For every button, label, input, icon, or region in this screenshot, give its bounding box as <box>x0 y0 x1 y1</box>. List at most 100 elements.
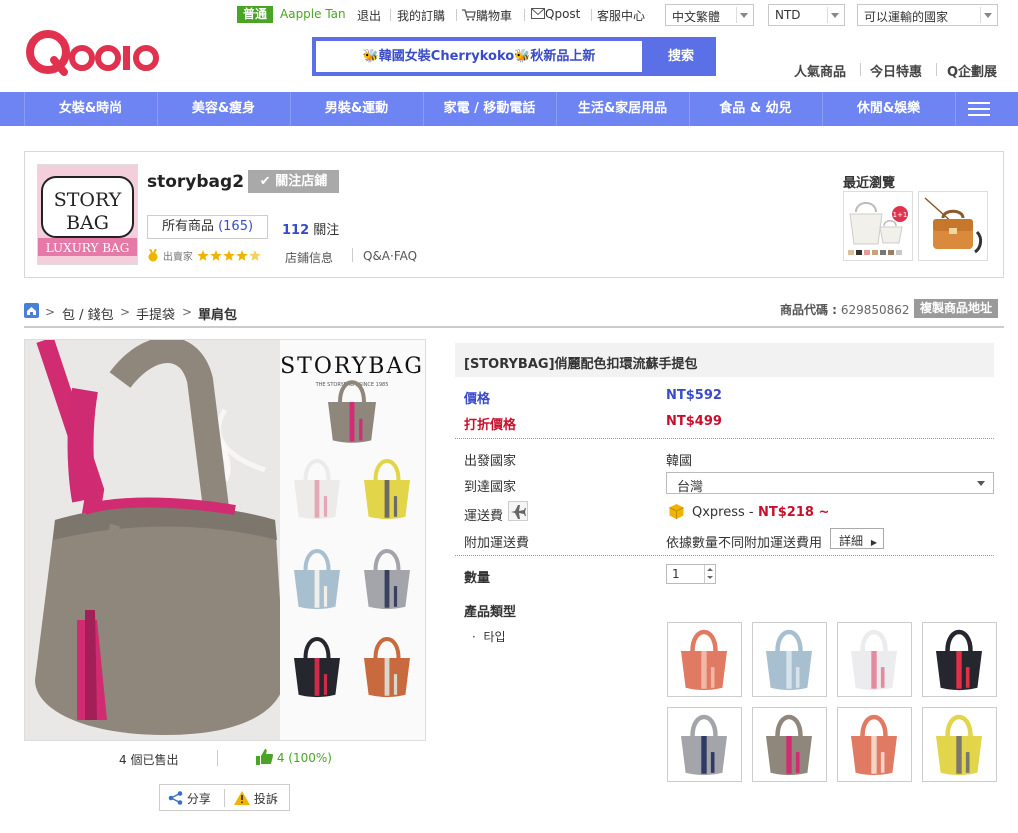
share-icon <box>168 791 183 805</box>
shipping-label: 運送費 <box>464 509 504 524</box>
home-icon[interactable] <box>24 303 39 318</box>
shop-logo[interactable]: STORY BAG LUXURY BAG <box>37 164 138 265</box>
option-image <box>766 630 812 691</box>
qpost-link[interactable]: Qpost <box>531 7 580 21</box>
customer-service-link[interactable]: 客服中心 <box>597 7 645 24</box>
extra-shipping-label: 附加運送費 <box>464 536 530 551</box>
star-icon <box>196 250 209 261</box>
shop-info-link[interactable]: 店鋪信息 <box>285 249 333 266</box>
plane-icon[interactable] <box>508 501 528 521</box>
search-input[interactable]: 🐝韓國女裝Cherrykoko🐝秋新品上新 <box>316 41 642 72</box>
qoo10-logo[interactable] <box>26 28 160 80</box>
chevron-right-icon: > <box>120 305 131 319</box>
product-option-thumb[interactable] <box>837 622 912 697</box>
follower-number: 112 <box>282 223 310 238</box>
category-leisure[interactable]: 休閒&娛樂 <box>822 92 955 126</box>
search-bar: 🐝韓國女裝Cherrykoko🐝秋新品上新 搜索 <box>312 37 716 76</box>
category-men-sports[interactable]: 男裝&運動 <box>290 92 423 126</box>
product-option-thumb[interactable] <box>837 707 912 782</box>
popular-products-link[interactable]: 人氣商品 <box>794 61 846 80</box>
product-option-thumb[interactable] <box>922 707 997 782</box>
product-code-value: 629850862 <box>840 303 910 317</box>
product-option-thumb[interactable] <box>752 707 827 782</box>
copy-url-button[interactable]: 複製商品地址 <box>914 299 998 318</box>
option-image <box>766 715 812 776</box>
discount-price-label: 打折價格 <box>464 418 517 433</box>
category-beauty[interactable]: 美容&瘦身 <box>157 92 290 126</box>
breadcrumb-current[interactable]: 單肩包 <box>198 304 237 323</box>
chevron-down-icon <box>831 13 839 18</box>
mail-icon <box>531 8 545 19</box>
report-button[interactable]: 投訴 <box>234 790 278 807</box>
extra-shipping-value: 依據數量不同附加運送費用 <box>666 536 823 551</box>
divider <box>455 555 994 556</box>
today-deals-link[interactable]: 今日特惠 <box>870 61 922 80</box>
category-electronics[interactable]: 家電 / 移動電話 <box>423 92 556 126</box>
all-products-button[interactable]: 所有商品 (165) <box>147 215 268 239</box>
username-link[interactable]: Aapple Tan <box>280 7 346 21</box>
option-image <box>851 715 897 776</box>
bag-illustration <box>681 630 727 691</box>
menu-icon[interactable] <box>968 102 990 116</box>
logout-link[interactable]: 退出 <box>357 7 381 24</box>
product-option-thumb[interactable] <box>922 622 997 697</box>
share-button[interactable]: 分享 <box>168 790 211 807</box>
seller-badge-text: 出賣家 <box>162 252 193 263</box>
like-rating[interactable]: 4 (100%) <box>256 749 332 765</box>
star-icon <box>222 250 235 261</box>
product-code-label: 商品代碼 : <box>780 303 837 317</box>
logo-line-2: BAG <box>66 212 109 234</box>
sold-count: 4 個已售出 <box>119 753 179 767</box>
shop-info-box: STORY BAG LUXURY BAG storybag2 ✔ 關注店鋪 所有… <box>24 151 1004 278</box>
q-promotions-link[interactable]: Q企劃展 <box>947 61 997 80</box>
quantity-value: 1 <box>672 567 680 581</box>
breadcrumb-item[interactable]: 手提袋 <box>136 304 175 323</box>
my-orders-link[interactable]: 我的訂購 <box>397 7 445 24</box>
category-home[interactable]: 生活&家居用品 <box>556 92 689 126</box>
chevron-right-icon: > <box>45 305 56 319</box>
product-option-thumb[interactable] <box>752 622 827 697</box>
quantity-stepper[interactable]: 1 <box>666 564 716 584</box>
logo-line-1: STORY <box>54 189 122 211</box>
type-name-text: 타입 <box>483 630 506 644</box>
chevron-right-icon: > <box>182 305 193 319</box>
product-code: 商品代碼 : 629850862 <box>780 301 910 318</box>
product-title-bar: [STORYBAG]俏麗配色扣環流蘇手提包 <box>455 343 994 377</box>
currency-value: NTD <box>775 8 801 22</box>
chevron-down-icon <box>977 481 985 486</box>
breadcrumb-item[interactable]: 包 / 錢包 <box>62 304 114 323</box>
divider <box>455 438 994 439</box>
quantity-spinner[interactable] <box>704 565 715 583</box>
shipping-fee: NT$218 ~ <box>758 505 830 520</box>
recent-item-thumb[interactable]: 1+1 <box>843 191 913 261</box>
currency-select[interactable]: NTD <box>768 4 845 26</box>
all-products-label: 所有商品 <box>161 219 214 234</box>
bag-illustration <box>851 630 897 691</box>
qa-faq-link[interactable]: Q&A·FAQ <box>363 249 417 263</box>
recently-viewed-title: 最近瀏覽 <box>843 176 896 191</box>
product-option-thumb[interactable] <box>667 622 742 697</box>
shipping-method: Qxpress - <box>692 505 754 520</box>
product-option-thumb[interactable] <box>667 707 742 782</box>
cart-link[interactable]: 購物車 <box>462 7 512 24</box>
ship-country-select[interactable]: 可以運輸的國家 <box>857 4 998 26</box>
original-price: NT$592 <box>666 388 722 403</box>
brand-text: STORYBAG <box>280 354 424 379</box>
follow-shop-button[interactable]: ✔ 關注店鋪 <box>248 170 339 193</box>
recent-item-thumb[interactable] <box>918 191 988 261</box>
search-button[interactable]: 搜索 <box>646 37 716 76</box>
quantity-label: 數量 <box>464 571 491 586</box>
shipping-detail-button[interactable]: 詳細 ▶ <box>830 528 884 549</box>
shop-name[interactable]: storybag2 <box>147 172 244 192</box>
language-select[interactable]: 中文繁體 <box>665 4 754 26</box>
share-label: 分享 <box>186 792 211 806</box>
follower-label: 關注 <box>313 223 340 238</box>
like-count: 4 (100%) <box>276 751 332 765</box>
category-food-baby[interactable]: 食品 & 幼兒 <box>689 92 822 126</box>
origin-label: 出發國家 <box>464 454 517 469</box>
star-icon <box>209 250 222 261</box>
main-product-image[interactable]: STORYBAG THE STORYBAG / SINCE 1985 <box>24 339 426 741</box>
category-fashion[interactable]: 女裝&時尚 <box>24 92 157 126</box>
destination-select[interactable]: 台灣 <box>666 472 994 495</box>
bag-illustration <box>766 715 812 776</box>
